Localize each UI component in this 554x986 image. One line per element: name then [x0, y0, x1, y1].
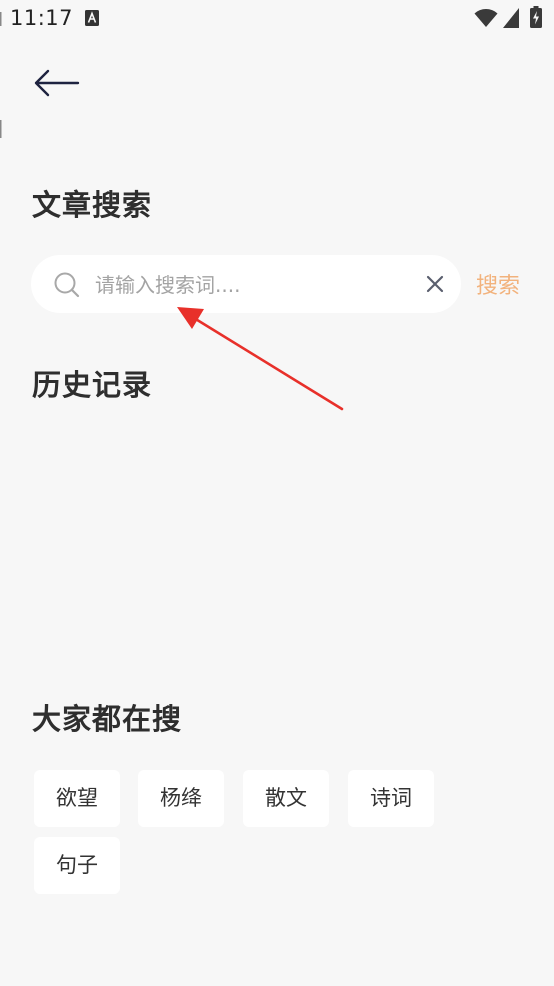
search-icon — [54, 272, 80, 298]
hot-search-tag[interactable]: 句子 — [34, 837, 120, 894]
search-button[interactable]: 搜索 — [476, 268, 520, 300]
wifi-icon — [474, 9, 498, 27]
arrow-left-icon — [34, 69, 80, 97]
search-bar — [31, 255, 461, 313]
hot-search-tag[interactable]: 欲望 — [34, 770, 120, 827]
signal-icon — [503, 8, 519, 28]
clear-button[interactable] — [423, 272, 447, 296]
back-button[interactable] — [28, 62, 84, 104]
status-time: 11:17 — [10, 6, 74, 30]
hot-search-tag[interactable]: 散文 — [243, 770, 329, 827]
page-title: 文章搜索 — [32, 188, 153, 222]
a-notification-icon — [85, 10, 99, 26]
battery-charging-icon — [530, 6, 542, 28]
article-search-screen: 11:17 文章搜索 请输入搜索词.... 搜索 历史记录 大家都在搜 欲望 杨… — [0, 0, 554, 986]
status-bar: 11:17 — [0, 0, 554, 38]
history-title: 历史记录 — [32, 368, 153, 402]
hot-search-tag[interactable]: 杨绛 — [138, 770, 224, 827]
left-edge-mark — [0, 12, 2, 138]
annotation-arrow — [177, 307, 344, 411]
search-input[interactable] — [93, 264, 417, 306]
hot-search-tag[interactable]: 诗词 — [348, 770, 434, 827]
hot-search-title: 大家都在搜 — [32, 702, 183, 736]
close-icon — [426, 275, 444, 293]
